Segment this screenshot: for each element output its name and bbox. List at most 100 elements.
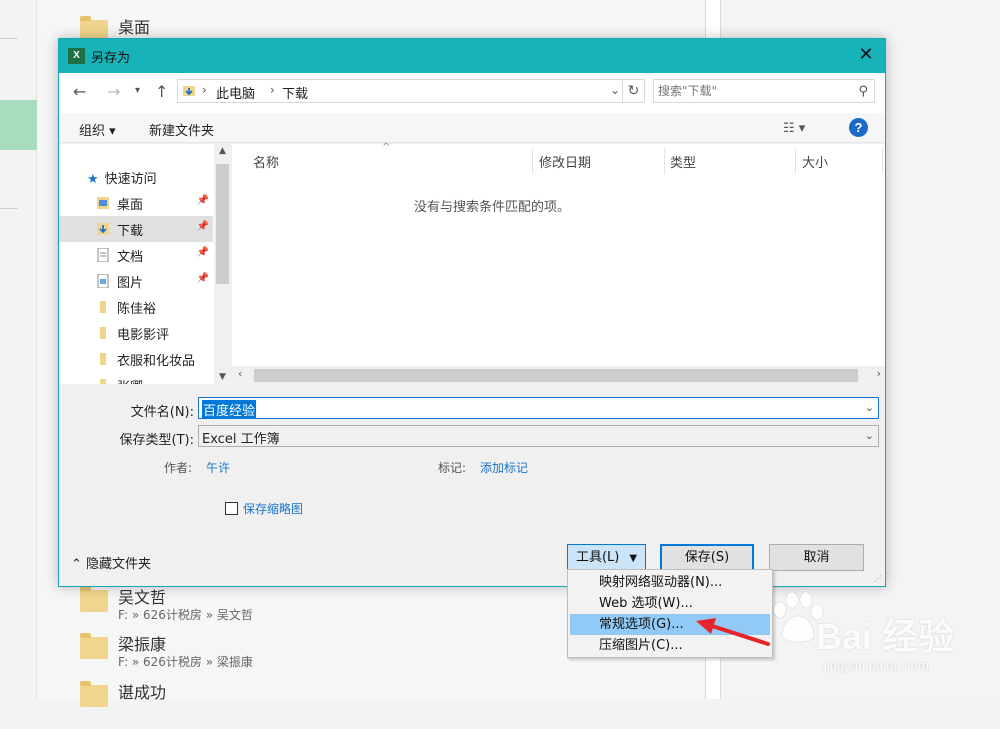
hide-folders-toggle[interactable]: ⌃ 隐藏文件夹 bbox=[71, 553, 151, 572]
author-value[interactable]: 午许 bbox=[206, 459, 230, 476]
tools-button-label: 工具(L) bbox=[575, 550, 620, 565]
chevron-down-icon: ▼ bbox=[629, 553, 638, 564]
save-as-dialog: X 另存为 ✕ ← → ▾ ↑ › 此电脑 › 下载 ⌄ ↻ ⚲ 组织 ▾ 新建… bbox=[58, 38, 886, 587]
folder-icon bbox=[100, 327, 106, 339]
column-header-size[interactable]: 大小 bbox=[802, 144, 828, 174]
watermark-url: jingyan.baidu.com bbox=[824, 658, 929, 673]
baidu-watermark: Bai 经验 jingyan.baidu.com bbox=[766, 586, 996, 686]
back-icon[interactable]: ← bbox=[73, 82, 86, 101]
navigation-pane-scrollbar[interactable]: ▲ ▼ bbox=[214, 144, 231, 384]
scrollbar-thumb[interactable] bbox=[254, 369, 858, 382]
folder-icon bbox=[97, 197, 109, 209]
column-divider[interactable] bbox=[882, 148, 883, 174]
sort-ascending-icon: ^ bbox=[382, 142, 391, 153]
chevron-down-icon[interactable]: ⌄ bbox=[865, 429, 874, 442]
resize-grip-icon[interactable]: ⋰ bbox=[874, 574, 882, 583]
scroll-right-icon[interactable]: › bbox=[877, 367, 881, 380]
recent-folder-name: 谌成功 bbox=[118, 683, 167, 702]
scroll-down-icon[interactable]: ▼ bbox=[216, 372, 229, 382]
pictures-icon bbox=[97, 274, 109, 288]
breadcrumb-separator-icon: › bbox=[270, 83, 275, 97]
recent-folder-path: F: » 626计税房 » 梁振康 bbox=[118, 655, 253, 669]
help-icon[interactable]: ? bbox=[849, 118, 868, 137]
document-icon bbox=[97, 248, 109, 262]
up-icon[interactable]: ↑ bbox=[155, 82, 168, 101]
scroll-up-icon[interactable]: ▲ bbox=[216, 146, 229, 156]
forward-icon[interactable]: → bbox=[107, 82, 120, 101]
column-header-date-modified[interactable]: 修改日期 bbox=[539, 144, 591, 174]
nav-item-folder[interactable]: 陈佳裕 bbox=[59, 294, 213, 320]
dialog-title: 另存为 bbox=[91, 51, 131, 66]
recent-folder[interactable]: 吴文哲 F: » 626计税房 » 吴文哲 bbox=[80, 584, 480, 634]
scrollbar-thumb[interactable] bbox=[216, 164, 229, 284]
command-bar: 组织 ▾ 新建文件夹 ☷ ▾ ? bbox=[59, 113, 885, 143]
backstage-sidebar bbox=[0, 0, 37, 699]
save-thumbnail-label[interactable]: 保存缩略图 bbox=[243, 500, 303, 517]
tools-button[interactable]: 工具(L) ▼ bbox=[567, 544, 646, 571]
column-divider[interactable] bbox=[795, 148, 796, 174]
nav-item-label: 张卿 bbox=[117, 376, 143, 384]
star-icon: ★ bbox=[87, 172, 99, 187]
close-button[interactable]: ✕ bbox=[855, 45, 877, 67]
folder-icon bbox=[100, 353, 106, 365]
nav-item-label: 下载 bbox=[117, 224, 144, 239]
save-type-select[interactable]: Excel 工作簿 ⌄ bbox=[198, 425, 879, 447]
recent-folder[interactable]: 梁振康 F: » 626计税房 » 梁振康 bbox=[80, 631, 480, 681]
folder-icon bbox=[80, 633, 108, 659]
view-options-icon[interactable]: ☷ ▾ bbox=[783, 121, 805, 136]
breadcrumb-this-pc[interactable]: 此电脑 bbox=[216, 83, 255, 102]
filename-field[interactable]: 百度经验 ⌄ bbox=[198, 397, 879, 419]
column-divider[interactable] bbox=[664, 148, 665, 174]
scroll-left-icon[interactable]: ‹ bbox=[238, 367, 242, 380]
empty-folder-message: 没有与搜索条件匹配的项。 bbox=[413, 200, 570, 215]
downloads-folder-icon bbox=[97, 223, 109, 235]
nav-item-pictures[interactable]: 图片 📌 bbox=[59, 268, 213, 294]
pin-icon: 📌 bbox=[196, 195, 209, 206]
folder-icon bbox=[100, 301, 106, 313]
breadcrumb-downloads[interactable]: 下载 bbox=[282, 83, 308, 102]
column-header-type[interactable]: 类型 bbox=[670, 144, 696, 174]
column-divider[interactable] bbox=[532, 148, 533, 174]
add-tags-link[interactable]: 添加标记 bbox=[480, 459, 528, 476]
nav-item-folder[interactable]: 电影影评 bbox=[59, 320, 213, 346]
recent-locations-chevron-icon[interactable]: ▾ bbox=[135, 85, 140, 96]
recent-folder-path: F: » 626计税房 » 吴文哲 bbox=[118, 608, 253, 622]
nav-item-downloads[interactable]: 下载 📌 bbox=[59, 216, 213, 242]
save-thumbnail-checkbox[interactable] bbox=[225, 502, 238, 515]
pin-icon: 📌 bbox=[196, 247, 209, 258]
breadcrumb-separator-icon: › bbox=[202, 83, 207, 97]
dialog-titlebar[interactable]: X 另存为 ✕ bbox=[59, 39, 885, 73]
chevron-down-icon[interactable]: ⌄ bbox=[865, 401, 874, 414]
save-button[interactable]: 保存(S) bbox=[660, 544, 754, 571]
filename-label: 文件名(N): bbox=[130, 405, 194, 420]
nav-item-folder[interactable]: 衣服和化妆品 bbox=[59, 346, 213, 372]
recent-folder-name: 吴文哲 bbox=[118, 588, 167, 607]
menu-item-map-network-drive[interactable]: 映射网络驱动器(N)... bbox=[570, 572, 770, 593]
search-icon[interactable]: ⚲ bbox=[858, 84, 868, 99]
nav-item-label: 衣服和化妆品 bbox=[117, 354, 196, 369]
sidebar-selected-item[interactable] bbox=[0, 100, 37, 150]
quick-access-header[interactable]: ★ 快速访问 bbox=[87, 168, 157, 187]
tags-label: 标记: bbox=[438, 461, 467, 475]
downloads-folder-icon bbox=[183, 86, 195, 96]
nav-item-desktop[interactable]: 桌面 📌 bbox=[59, 190, 213, 216]
nav-item-label: 图片 bbox=[117, 276, 144, 291]
file-list-horizontal-scrollbar[interactable]: ‹ › bbox=[232, 366, 885, 384]
nav-item-documents[interactable]: 文档 📌 bbox=[59, 242, 213, 268]
save-type-value: Excel 工作簿 bbox=[202, 432, 280, 447]
pin-icon: 📌 bbox=[196, 221, 209, 232]
address-dropdown-icon[interactable]: ⌄ bbox=[610, 83, 620, 97]
cancel-button[interactable]: 取消 bbox=[769, 544, 864, 571]
search-input[interactable] bbox=[658, 82, 848, 100]
organize-button[interactable]: 组织 ▾ bbox=[79, 120, 116, 139]
new-folder-button[interactable]: 新建文件夹 bbox=[149, 120, 214, 139]
recent-folder[interactable]: 谌成功 bbox=[80, 679, 480, 729]
nav-item-folder[interactable]: 张卿 bbox=[59, 372, 213, 384]
filename-value[interactable]: 百度经验 bbox=[202, 400, 257, 419]
column-header-name[interactable]: 名称 bbox=[253, 144, 279, 174]
search-box[interactable]: ⚲ bbox=[653, 79, 875, 103]
save-type-label: 保存类型(T): bbox=[119, 433, 194, 448]
pin-icon: 📌 bbox=[196, 273, 209, 284]
refresh-icon[interactable]: ↻ bbox=[622, 80, 644, 102]
address-bar[interactable]: › 此电脑 › 下载 ⌄ ↻ bbox=[177, 79, 645, 103]
